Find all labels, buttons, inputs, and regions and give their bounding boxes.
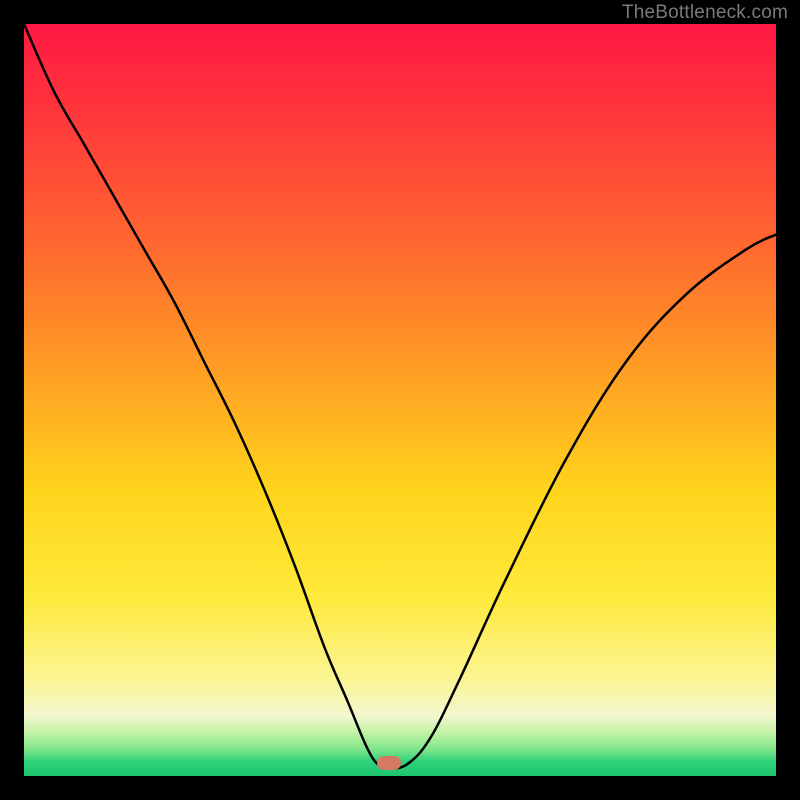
bottleneck-curve bbox=[24, 24, 776, 776]
watermark-text: TheBottleneck.com bbox=[622, 2, 788, 24]
plot-area bbox=[24, 24, 776, 776]
chart-frame: TheBottleneck.com bbox=[0, 0, 800, 800]
bottleneck-marker bbox=[377, 756, 401, 770]
